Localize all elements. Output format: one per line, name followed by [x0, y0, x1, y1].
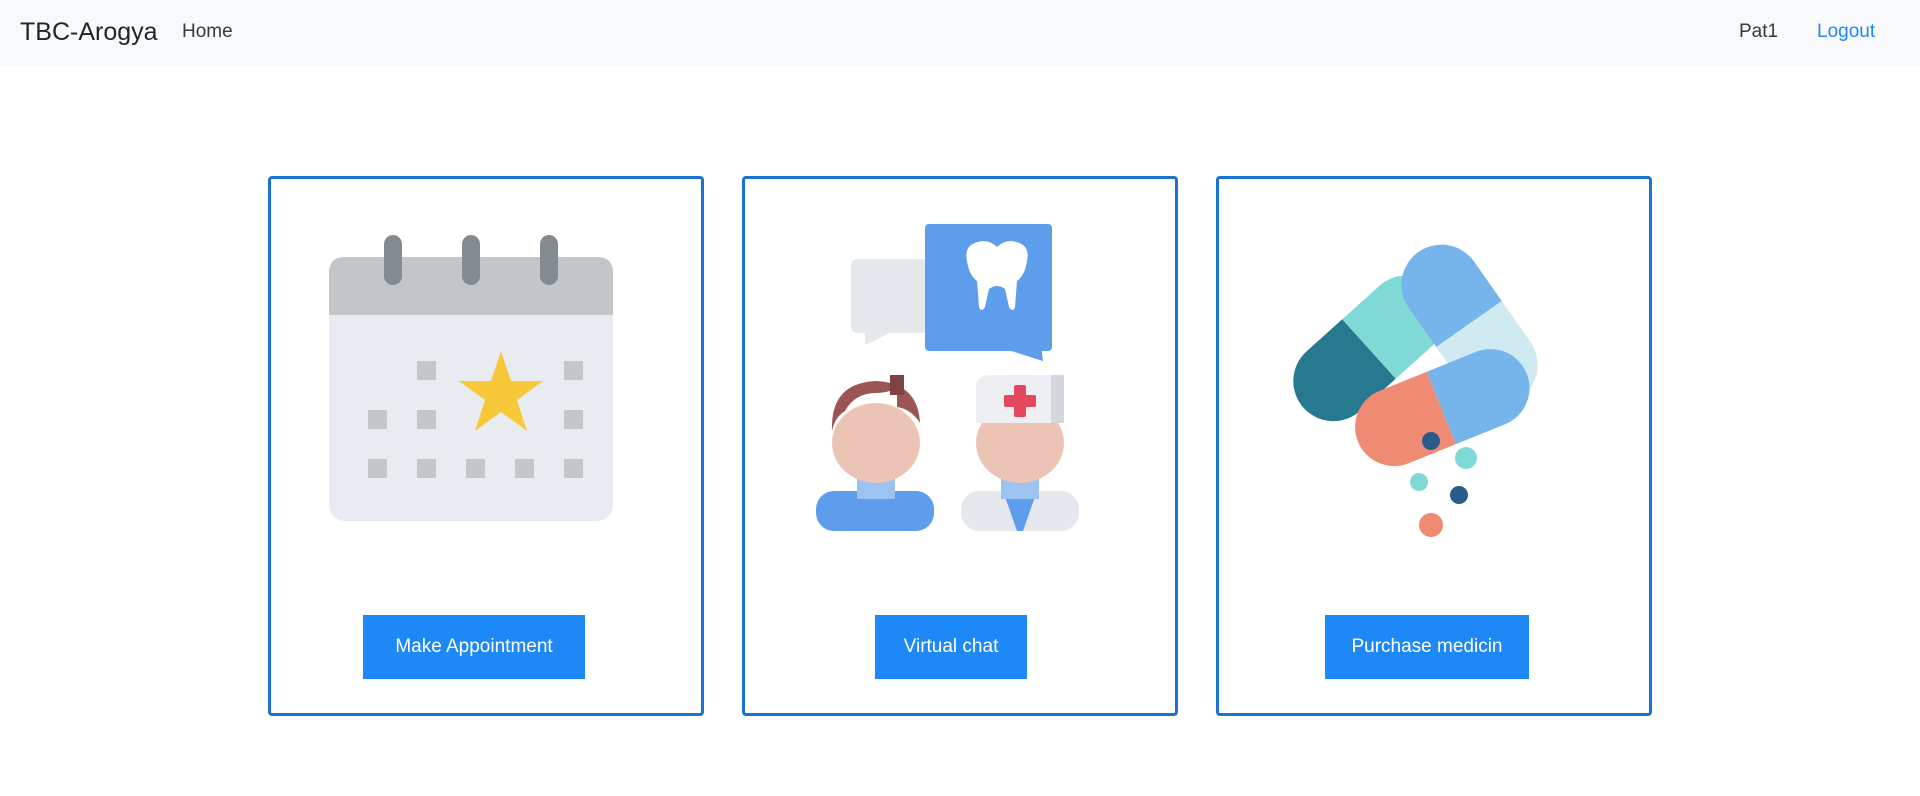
virtual-chat-card: Virtual chat — [742, 176, 1178, 716]
nav-logout-link[interactable]: Logout — [1817, 20, 1875, 44]
purchase-medicine-card: Purchase medicin — [1216, 176, 1652, 716]
brand-link[interactable]: TBC-Arogya — [20, 17, 158, 47]
nav-user-link[interactable]: Pat1 — [1739, 20, 1778, 44]
top-navbar: TBC-Arogya Home Pat1 Logout — [0, 0, 1920, 66]
appointment-card: Make Appointment — [268, 176, 704, 716]
pills-capsules-icon — [1293, 244, 1538, 537]
virtual-chat-button[interactable]: Virtual chat — [875, 615, 1027, 679]
doctor-patient-chat-icon — [816, 224, 1079, 531]
nav-home-link[interactable]: Home — [182, 20, 233, 44]
make-appointment-button[interactable]: Make Appointment — [363, 615, 585, 679]
calendar-star-icon — [329, 235, 613, 521]
purchase-medicine-button[interactable]: Purchase medicin — [1325, 615, 1529, 679]
